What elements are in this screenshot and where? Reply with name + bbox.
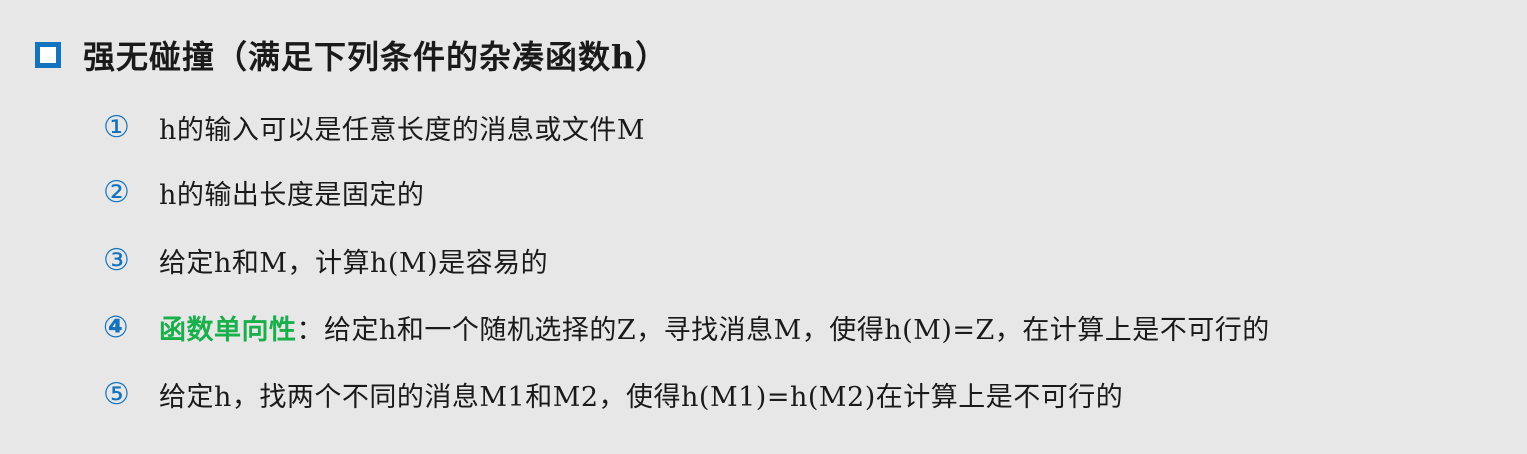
highlight-term: 函数单向性 — [159, 314, 297, 346]
item-text: h的输出长度是固定的 — [159, 179, 425, 211]
item-text: 给定h和M，计算h(M)是容易的 — [159, 247, 549, 279]
item-text: 给定h，找两个不同的消息M1和M2，使得h(M1)=h(M2)在计算上是不可行的 — [159, 381, 1124, 413]
item-text-rest: ：给定h和一个随机选择的Z，寻找消息M，使得h(M)=Z，在计算上是不可行的 — [296, 314, 1270, 346]
list-item: ② h的输出长度是固定的 — [103, 170, 424, 214]
item-number: ③ — [103, 242, 130, 278]
item-number: ② — [103, 174, 130, 210]
list-item: ⑤ 给定h，找两个不同的消息M1和M2，使得h(M1)=h(M2)在计算上是不可… — [103, 372, 1123, 416]
item-number: ⑤ — [103, 376, 130, 412]
square-bullet-icon — [35, 42, 61, 68]
heading-title: 强无碰撞（满足下列条件的杂凑函数h） — [83, 38, 669, 76]
item-text: h的输入可以是任意长度的消息或文件M — [159, 114, 646, 146]
item-number: ① — [103, 109, 130, 145]
list-item: ③ 给定h和M，计算h(M)是容易的 — [103, 238, 548, 282]
item-number: ④ — [103, 309, 129, 345]
list-item: ④ 函数单向性：给定h和一个随机选择的Z，寻找消息M，使得h(M)=Z，在计算上… — [103, 305, 1270, 349]
list-item: ① h的输入可以是任意长度的消息或文件M — [103, 105, 645, 149]
section-heading: 强无碰撞（满足下列条件的杂凑函数h） — [35, 30, 668, 80]
item-text: 函数单向性：给定h和一个随机选择的Z，寻找消息M，使得h(M)=Z，在计算上是不… — [159, 308, 1270, 347]
